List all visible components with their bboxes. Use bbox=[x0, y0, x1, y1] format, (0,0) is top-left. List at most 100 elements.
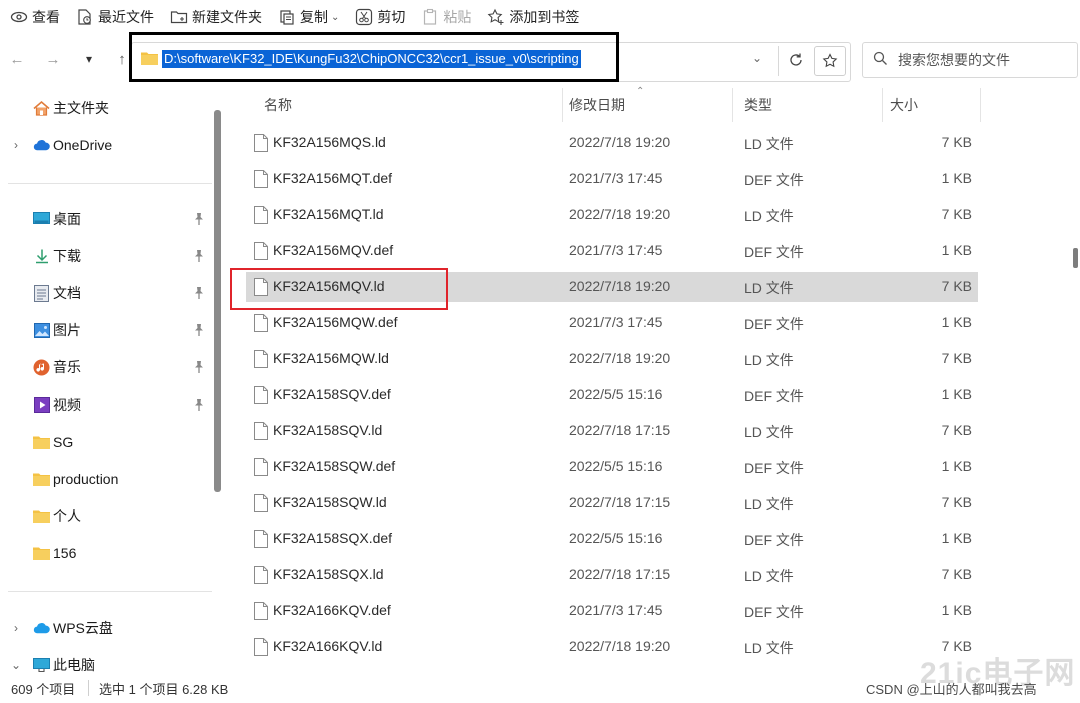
copy-icon bbox=[278, 8, 296, 26]
pin-icon[interactable] bbox=[193, 212, 205, 226]
back-arrow-icon[interactable]: ← bbox=[6, 48, 28, 70]
forward-arrow-icon[interactable]: → bbox=[42, 48, 64, 70]
file-type: LD 文件 bbox=[744, 352, 794, 368]
sidebar-item-wps-cloud[interactable]: › WPS云盘 bbox=[0, 613, 210, 643]
new-folder-button[interactable]: 新建文件夹 bbox=[170, 4, 262, 30]
file-type: DEF 文件 bbox=[744, 244, 804, 260]
selection-annotation-box bbox=[230, 268, 448, 310]
sidebar-item-downloads[interactable]: 下载 bbox=[0, 241, 210, 271]
file-row[interactable]: KF32A166KQV.def 2021/7/3 17:45 DEF 文件 1 KB bbox=[246, 596, 978, 626]
clipboard-icon bbox=[421, 8, 439, 26]
column-modified[interactable]: 修改日期 bbox=[557, 86, 625, 124]
recent-files-button[interactable]: 最近文件 bbox=[76, 4, 154, 30]
sidebar-item-home[interactable]: 主文件夹 bbox=[0, 93, 210, 123]
sidebar-item-personal[interactable]: 个人 bbox=[0, 501, 210, 531]
sidebar-item-156[interactable]: 156 bbox=[0, 538, 210, 568]
address-separator bbox=[778, 46, 779, 76]
sidebar-item-pictures[interactable]: 图片 bbox=[0, 315, 210, 345]
file-size: 1 KB bbox=[941, 386, 972, 402]
sidebar-item-onedrive[interactable]: › OneDrive bbox=[0, 130, 210, 160]
sidebar-item-desktop[interactable]: 桌面 bbox=[0, 204, 210, 234]
search-input[interactable] bbox=[898, 52, 1068, 68]
file-icon bbox=[254, 386, 268, 404]
file-icon bbox=[254, 350, 268, 368]
file-name: KF32A156MQT.ld bbox=[273, 206, 384, 222]
copy-label: 复制 bbox=[300, 9, 328, 25]
pin-icon[interactable] bbox=[193, 286, 205, 300]
sidebar-item-music[interactable]: 音乐 bbox=[0, 352, 210, 382]
file-row[interactable]: KF32A156MQT.ld 2022/7/18 19:20 LD 文件 7 KB bbox=[246, 200, 978, 230]
pin-icon[interactable] bbox=[193, 323, 205, 337]
history-chevron-icon[interactable]: ▾ bbox=[78, 48, 100, 70]
column-separator[interactable] bbox=[980, 88, 981, 122]
file-row[interactable]: KF32A156MQS.ld 2022/7/18 19:20 LD 文件 7 KB bbox=[246, 128, 978, 158]
add-bookmark-button[interactable]: 添加到书签 bbox=[487, 4, 579, 30]
chevron-down-icon[interactable]: ⌄ bbox=[331, 12, 339, 23]
file-size: 1 KB bbox=[941, 602, 972, 618]
file-type: LD 文件 bbox=[744, 280, 794, 296]
file-row[interactable]: KF32A158SQX.ld 2022/7/18 17:15 LD 文件 7 KB bbox=[246, 560, 978, 590]
column-size[interactable]: 大小 bbox=[878, 86, 918, 124]
sidebar-item-videos[interactable]: 视频 bbox=[0, 390, 210, 420]
search-box[interactable] bbox=[862, 42, 1078, 78]
status-bar: 609 个项目 选中 1 个项目 6.28 KB CSDN @上山的人都叫我去高 bbox=[0, 674, 1080, 703]
file-row[interactable]: KF32A158SQW.ld 2022/7/18 17:15 LD 文件 7 KB bbox=[246, 488, 978, 518]
column-name[interactable]: 名称 bbox=[252, 86, 292, 124]
file-modified-date: 2022/7/18 19:20 bbox=[569, 638, 671, 654]
file-type: LD 文件 bbox=[744, 136, 794, 152]
new-folder-label: 新建文件夹 bbox=[192, 9, 262, 25]
file-modified-date: 2021/7/3 17:45 bbox=[569, 314, 663, 330]
file-list-scrollbar-thumb[interactable] bbox=[1073, 248, 1078, 268]
scissors-icon bbox=[355, 8, 373, 26]
pin-icon[interactable] bbox=[193, 360, 205, 374]
file-modified-date: 2022/5/5 15:16 bbox=[569, 386, 663, 402]
file-row[interactable]: KF32A158SQV.def 2022/5/5 15:16 DEF 文件 1 KB bbox=[246, 380, 978, 410]
pin-icon[interactable] bbox=[193, 249, 205, 263]
file-icon bbox=[254, 242, 268, 260]
file-row[interactable]: KF32A158SQW.def 2022/5/5 15:16 DEF 文件 1 KB bbox=[246, 452, 978, 482]
file-size: 7 KB bbox=[941, 350, 972, 366]
file-modified-date: 2022/7/18 19:20 bbox=[569, 134, 671, 150]
status-separator bbox=[88, 680, 89, 696]
file-name: KF32A156MQT.def bbox=[273, 170, 393, 186]
file-row[interactable]: KF32A158SQV.ld 2022/7/18 17:15 LD 文件 7 KB bbox=[246, 416, 978, 446]
eye-icon bbox=[10, 8, 28, 26]
sidebar-item-this-pc[interactable]: ⌄ 此电脑 bbox=[0, 650, 210, 672]
file-name: KF32A156MQW.ld bbox=[273, 350, 389, 366]
sidebar-item-production[interactable]: production bbox=[0, 464, 210, 494]
sidebar-item-sg[interactable]: SG bbox=[0, 427, 210, 457]
sidebar-item-documents[interactable]: 文档 bbox=[0, 278, 210, 308]
copy-button[interactable]: 复制 ⌄ bbox=[278, 4, 339, 30]
column-type[interactable]: 类型 bbox=[732, 86, 772, 124]
file-modified-date: 2021/7/3 17:45 bbox=[569, 170, 663, 186]
view-button[interactable]: 查看 bbox=[10, 4, 60, 30]
refresh-icon[interactable] bbox=[783, 48, 809, 72]
cut-button[interactable]: 剪切 bbox=[355, 4, 405, 30]
paste-button[interactable]: 粘贴 bbox=[421, 4, 471, 30]
file-row[interactable]: KF32A156MQW.ld 2022/7/18 19:20 LD 文件 7 KB bbox=[246, 344, 978, 374]
file-name: KF32A158SQV.ld bbox=[273, 422, 383, 438]
favorite-star-button[interactable] bbox=[814, 46, 846, 76]
file-size: 1 KB bbox=[941, 458, 972, 474]
file-type: LD 文件 bbox=[744, 424, 794, 440]
add-bookmark-label: 添加到书签 bbox=[509, 9, 580, 25]
desktop-icon bbox=[33, 211, 50, 228]
sidebar-scrollbar-thumb[interactable] bbox=[214, 110, 221, 492]
pin-icon[interactable] bbox=[193, 398, 205, 412]
star-icon bbox=[822, 53, 838, 68]
chevron-right-icon[interactable]: › bbox=[10, 621, 22, 635]
file-size: 7 KB bbox=[941, 566, 972, 582]
file-row[interactable]: KF32A166KQV.ld 2022/7/18 19:20 LD 文件 7 KB bbox=[246, 632, 978, 662]
chevron-right-icon[interactable]: › bbox=[10, 138, 22, 152]
file-modified-date: 2022/7/18 17:15 bbox=[569, 566, 671, 582]
address-annotation-box bbox=[129, 32, 619, 82]
file-row[interactable]: KF32A156MQT.def 2021/7/3 17:45 DEF 文件 1 KB bbox=[246, 164, 978, 194]
file-row[interactable]: KF32A156MQW.def 2021/7/3 17:45 DEF 文件 1 KB bbox=[246, 308, 978, 338]
file-row[interactable]: KF32A158SQX.def 2022/5/5 15:16 DEF 文件 1 KB bbox=[246, 524, 978, 554]
file-modified-date: 2022/7/18 17:15 bbox=[569, 494, 671, 510]
paste-label: 粘贴 bbox=[443, 9, 472, 25]
file-row[interactable]: KF32A156MQV.def 2021/7/3 17:45 DEF 文件 1 KB bbox=[246, 236, 978, 266]
address-dropdown-icon[interactable]: ⌄ bbox=[752, 51, 762, 65]
chevron-down-icon[interactable]: ⌄ bbox=[10, 658, 22, 672]
file-name: KF32A158SQW.def bbox=[273, 458, 396, 474]
